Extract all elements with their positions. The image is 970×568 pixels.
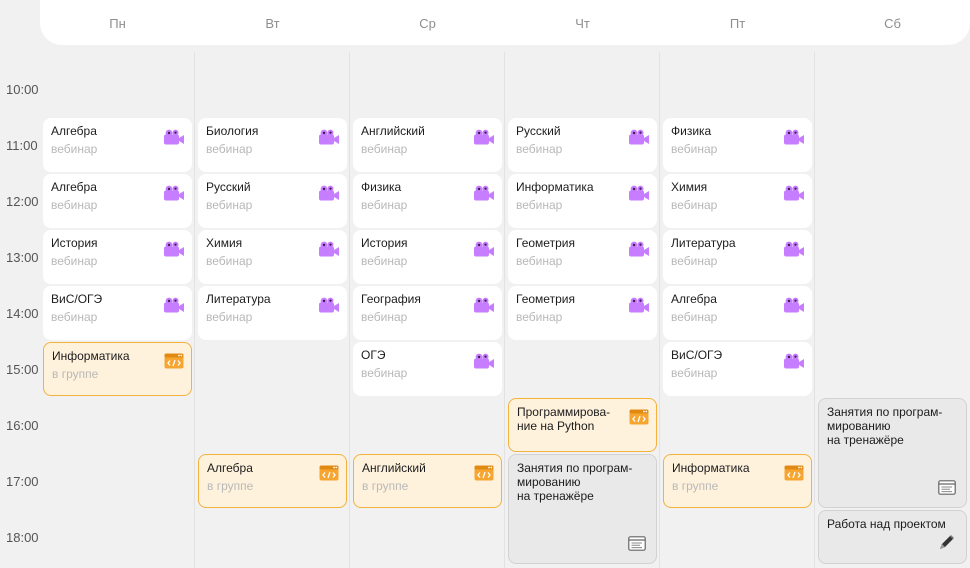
- time-label: 14:00: [6, 306, 39, 321]
- event-card-group[interactable]: Информатика в группе: [43, 342, 192, 396]
- video-camera-icon: [473, 296, 495, 314]
- video-camera-icon: [473, 184, 495, 202]
- video-camera-icon: [318, 240, 340, 258]
- pencil-icon: [936, 533, 956, 553]
- code-window-icon: [784, 465, 804, 481]
- event-subtitle: в группе: [362, 479, 409, 493]
- event-card-group[interactable]: Алгебра в группе: [198, 454, 347, 508]
- event-card-group[interactable]: Английский в группе: [353, 454, 502, 508]
- event-card-webinar[interactable]: Литература вебинар: [663, 230, 812, 284]
- event-card-webinar[interactable]: Геометрия вебинар: [508, 286, 657, 340]
- code-window-icon: [629, 409, 649, 425]
- video-camera-icon: [473, 128, 495, 146]
- video-camera-icon: [318, 184, 340, 202]
- video-camera-icon: [318, 296, 340, 314]
- event-subtitle: в группе: [207, 479, 254, 493]
- event-card-webinar[interactable]: Английский вебинар: [353, 118, 502, 172]
- event-title: Работа над проектом: [827, 517, 946, 531]
- event-card-webinar[interactable]: Химия вебинар: [198, 230, 347, 284]
- video-camera-icon: [628, 240, 650, 258]
- day-label-4: Пт: [729, 16, 746, 31]
- event-card-webinar[interactable]: Физика вебинар: [353, 174, 502, 228]
- time-label: 13:00: [6, 250, 39, 265]
- task-list-icon: [628, 536, 646, 551]
- day-label-1: Вт: [265, 16, 280, 31]
- event-card-webinar[interactable]: Литература вебинар: [198, 286, 347, 340]
- video-camera-icon: [783, 128, 805, 146]
- code-window-icon: [474, 465, 494, 481]
- event-subtitle: в группе: [52, 367, 99, 381]
- day-label-5: Сб: [884, 16, 901, 31]
- video-camera-icon: [628, 128, 650, 146]
- weekday-header: Пн Вт Ср Чт Пт Сб: [40, 0, 970, 45]
- video-camera-icon: [783, 184, 805, 202]
- video-camera-icon: [163, 296, 185, 314]
- day-label-0: Пн: [109, 16, 126, 31]
- event-card-webinar[interactable]: Химия вебинар: [663, 174, 812, 228]
- video-camera-icon: [783, 352, 805, 370]
- video-camera-icon: [163, 184, 185, 202]
- video-camera-icon: [628, 296, 650, 314]
- video-camera-icon: [628, 184, 650, 202]
- event-card-webinar[interactable]: Геометрия вебинар: [508, 230, 657, 284]
- time-label: 16:00: [6, 418, 39, 433]
- event-card-webinar[interactable]: Русский вебинар: [508, 118, 657, 172]
- event-card-webinar[interactable]: История вебинар: [43, 230, 192, 284]
- video-camera-icon: [783, 296, 805, 314]
- event-title: Занятия по програм- мированию на тренажё…: [827, 405, 943, 447]
- event-card-group[interactable]: Программирова- ние на Python: [508, 398, 657, 452]
- event-card-webinar[interactable]: ОГЭ вебинар: [353, 342, 502, 396]
- event-card-webinar[interactable]: География вебинар: [353, 286, 502, 340]
- column-divider: [194, 52, 195, 568]
- event-card-webinar[interactable]: Алгебра вебинар: [43, 118, 192, 172]
- event-card-webinar[interactable]: Русский вебинар: [198, 174, 347, 228]
- event-card-group[interactable]: Информатика в группе: [663, 454, 812, 508]
- video-camera-icon: [163, 240, 185, 258]
- time-label: 18:00: [6, 530, 39, 545]
- video-camera-icon: [318, 128, 340, 146]
- column-divider: [814, 52, 815, 568]
- time-label: 11:00: [6, 138, 38, 153]
- event-subtitle: в группе: [672, 479, 719, 493]
- event-card-webinar[interactable]: ВиС/ОГЭ вебинар: [663, 342, 812, 396]
- event-card-webinar[interactable]: Биология вебинар: [198, 118, 347, 172]
- event-card-webinar[interactable]: Информатика вебинар: [508, 174, 657, 228]
- event-card-project[interactable]: Работа над проектом: [818, 510, 967, 564]
- day-label-2: Ср: [419, 16, 436, 31]
- time-label: 10:00: [6, 82, 39, 97]
- event-card-webinar[interactable]: Физика вебинар: [663, 118, 812, 172]
- video-camera-icon: [783, 240, 805, 258]
- event-card-trainer[interactable]: Занятия по програм- мированию на тренажё…: [818, 398, 967, 508]
- column-divider: [349, 52, 350, 568]
- event-card-webinar[interactable]: ВиС/ОГЭ вебинар: [43, 286, 192, 340]
- day-label-3: Чт: [575, 16, 590, 31]
- video-camera-icon: [473, 240, 495, 258]
- video-camera-icon: [473, 352, 495, 370]
- event-card-webinar[interactable]: Алгебра вебинар: [43, 174, 192, 228]
- event-card-trainer[interactable]: Занятия по програм- мированию на тренажё…: [508, 454, 657, 564]
- time-label: 12:00: [6, 194, 39, 209]
- time-label: 17:00: [6, 474, 39, 489]
- time-label: 15:00: [6, 362, 39, 377]
- event-card-webinar[interactable]: История вебинар: [353, 230, 502, 284]
- code-window-icon: [164, 353, 184, 369]
- video-camera-icon: [163, 128, 185, 146]
- code-window-icon: [319, 465, 339, 481]
- column-divider: [504, 52, 505, 568]
- event-card-webinar[interactable]: Алгебра вебинар: [663, 286, 812, 340]
- column-divider: [659, 52, 660, 568]
- event-title: Занятия по програм- мированию на тренажё…: [517, 461, 633, 503]
- task-list-icon: [938, 480, 956, 495]
